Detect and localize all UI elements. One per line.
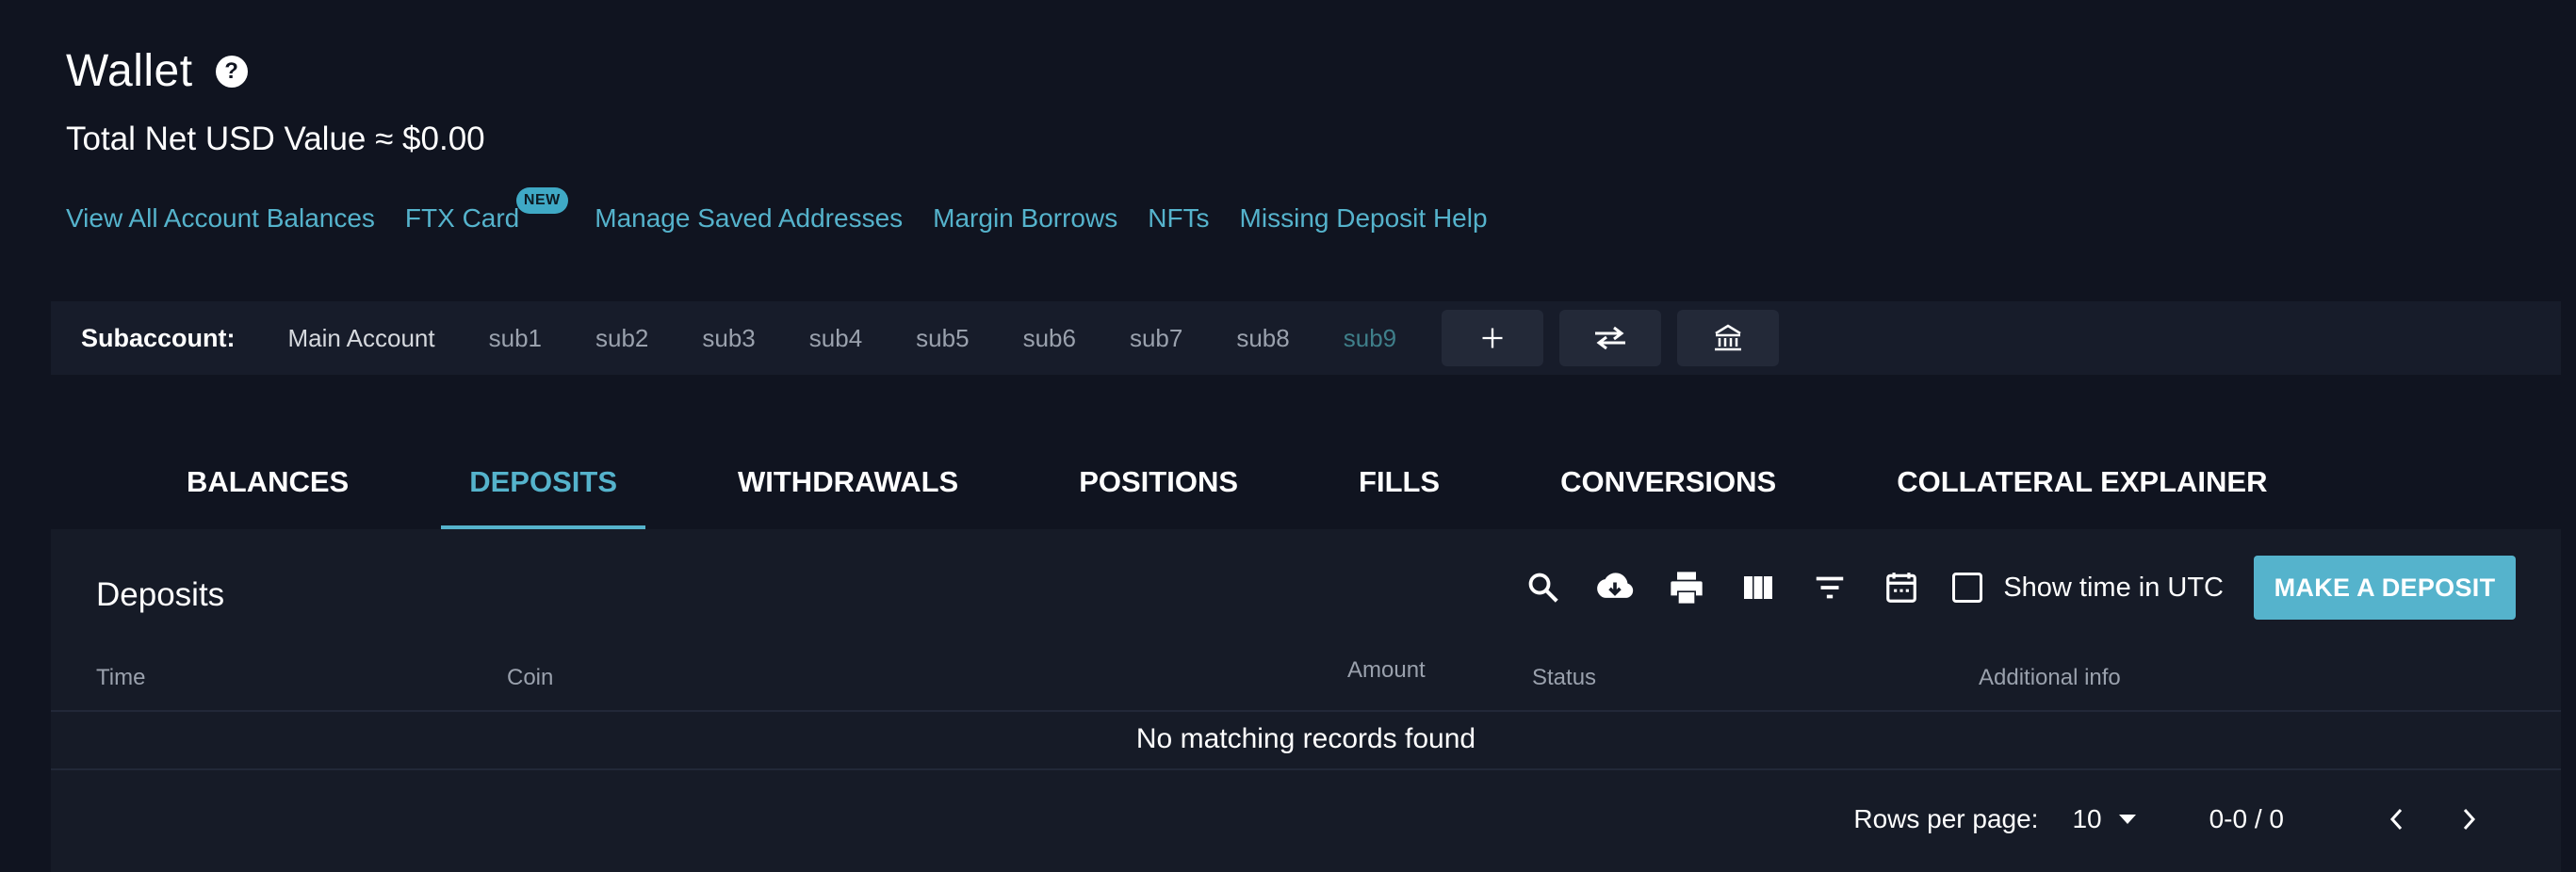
header-divider — [51, 710, 2561, 712]
tab-fills[interactable]: FILLS — [1330, 465, 1468, 527]
download-icon[interactable] — [1594, 567, 1636, 608]
transfer-button[interactable] — [1559, 310, 1662, 366]
subaccount-sub5[interactable]: sub5 — [916, 324, 969, 353]
tab-conversions[interactable]: CONVERSIONS — [1532, 465, 1804, 527]
wallet-tabs: BALANCES DEPOSITS WITHDRAWALS POSITIONS … — [158, 465, 2360, 531]
bank-button[interactable] — [1677, 310, 1780, 366]
tab-deposits[interactable]: DEPOSITS — [441, 465, 645, 531]
rows-per-page-value: 10 — [2072, 804, 2102, 833]
column-status[interactable]: Status — [1532, 665, 1596, 691]
wallet-links: View All Account Balances FTX Card NEW M… — [66, 187, 1518, 234]
next-page-button[interactable] — [2452, 802, 2486, 836]
view-all-balances-link[interactable]: View All Account Balances — [66, 203, 375, 234]
total-net-value: Total Net USD Value ≈ $0.00 — [66, 121, 485, 157]
search-icon[interactable] — [1523, 567, 1564, 608]
columns-icon[interactable] — [1737, 567, 1779, 608]
subaccount-label: Subaccount: — [81, 323, 236, 352]
column-amount[interactable]: Amount — [1347, 657, 1426, 684]
pagination-footer: Rows per page: 10 0-0 / 0 — [1853, 802, 2486, 836]
transfer-icon — [1595, 326, 1626, 350]
deposits-panel: Deposits Show time in UTC MAKE A DEPOSIT… — [51, 529, 2561, 872]
margin-borrows-link[interactable]: Margin Borrows — [933, 203, 1117, 234]
page-title: Wallet — [66, 46, 193, 96]
empty-message: No matching records found — [1135, 723, 1476, 754]
calendar-icon[interactable] — [1881, 567, 1922, 608]
rows-per-page-label: Rows per page: — [1853, 804, 2039, 833]
plus-icon — [1482, 328, 1503, 348]
rows-per-page-select[interactable]: 10 — [2072, 804, 2136, 834]
utc-checkbox[interactable] — [1952, 573, 1983, 603]
new-badge: NEW — [515, 187, 568, 214]
missing-deposit-help-link[interactable]: Missing Deposit Help — [1240, 203, 1488, 234]
tab-withdrawals[interactable]: WITHDRAWALS — [709, 465, 986, 527]
subaccount-bar: Subaccount: Main Account sub1 sub2 sub3 … — [51, 301, 2561, 375]
chevron-down-icon — [2118, 815, 2136, 824]
add-subaccount-button[interactable] — [1442, 310, 1544, 366]
chevron-left-icon — [2389, 808, 2403, 831]
subaccount-sub9[interactable]: sub9 — [1344, 324, 1396, 353]
subaccount-sub6[interactable]: sub6 — [1023, 324, 1076, 353]
subaccount-sub1[interactable]: sub1 — [489, 324, 542, 353]
print-icon[interactable] — [1666, 567, 1707, 608]
ftx-card-link[interactable]: FTX Card — [405, 203, 519, 233]
utc-label: Show time in UTC — [2003, 572, 2224, 603]
title-row: Wallet ? — [66, 45, 248, 97]
tab-collateral-explainer[interactable]: COLLATERAL EXPLAINER — [1868, 465, 2295, 527]
panel-toolbar: Show time in UTC MAKE A DEPOSIT — [1523, 556, 2516, 620]
tab-positions[interactable]: POSITIONS — [1051, 465, 1266, 527]
subaccount-main[interactable]: Main Account — [288, 324, 435, 353]
column-time[interactable]: Time — [96, 665, 145, 691]
subaccount-sub2[interactable]: sub2 — [595, 324, 648, 353]
subaccount-sub3[interactable]: sub3 — [702, 324, 755, 353]
help-icon[interactable]: ? — [215, 55, 248, 88]
subaccount-sub4[interactable]: sub4 — [809, 324, 862, 353]
bank-icon — [1715, 324, 1742, 351]
make-deposit-button[interactable]: MAKE A DEPOSIT — [2254, 556, 2516, 620]
footer-divider — [51, 768, 2561, 770]
wallet-page: Wallet ? Total Net USD Value ≈ $0.00 Vie… — [0, 0, 2576, 872]
nfts-link[interactable]: NFTs — [1148, 203, 1209, 234]
filter-icon[interactable] — [1809, 567, 1850, 608]
column-additional-info[interactable]: Additional info — [1979, 665, 2121, 691]
subaccount-sub7[interactable]: sub7 — [1130, 324, 1182, 353]
tab-balances[interactable]: BALANCES — [158, 465, 377, 527]
ftx-card-link-wrap: FTX Card NEW — [405, 187, 568, 234]
chevron-right-icon — [2463, 808, 2476, 831]
subaccount-sub8[interactable]: sub8 — [1236, 324, 1289, 353]
previous-page-button[interactable] — [2380, 802, 2414, 836]
pagination-range: 0-0 / 0 — [2209, 804, 2284, 833]
manage-saved-addresses-link[interactable]: Manage Saved Addresses — [595, 203, 903, 234]
panel-title: Deposits — [96, 576, 225, 613]
column-coin[interactable]: Coin — [507, 665, 553, 691]
